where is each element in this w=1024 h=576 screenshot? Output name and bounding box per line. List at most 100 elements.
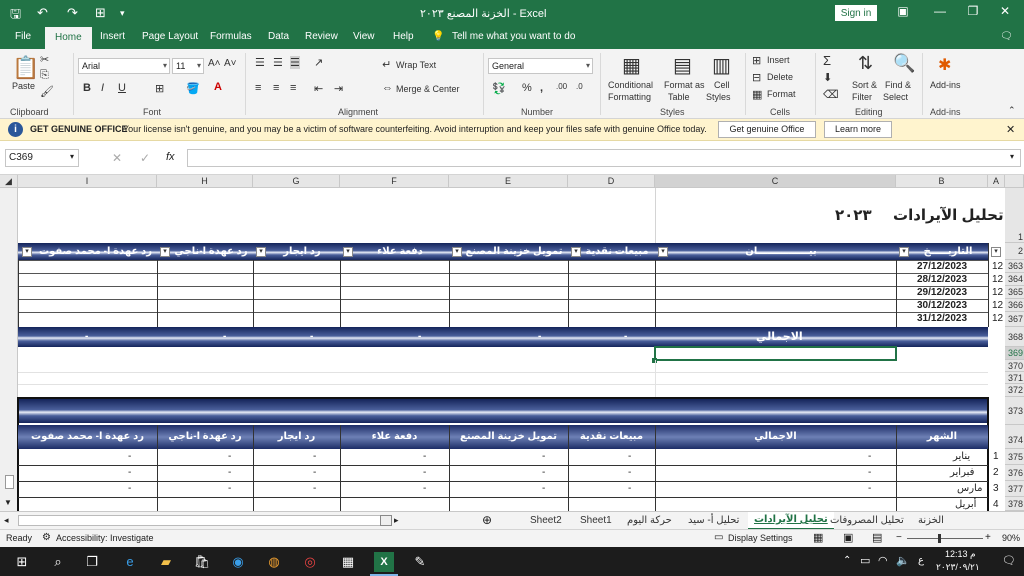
conditional-formatting-button-line2[interactable]: Formatting <box>608 92 651 102</box>
align-center-icon[interactable]: ≡ <box>273 82 279 94</box>
excel-taskbar-icon[interactable]: X <box>374 552 394 572</box>
tab-home[interactable]: Home <box>45 27 92 49</box>
filter-dropdown-icon[interactable]: ▾ <box>452 247 462 257</box>
month-cell[interactable]: أبريل <box>955 499 976 510</box>
column-header-f[interactable]: F <box>340 175 449 188</box>
ribbon-display-icon[interactable]: ▣ <box>888 4 918 18</box>
wrap-text-icon[interactable]: ↵ <box>382 58 391 71</box>
value-cell[interactable]: - <box>542 483 545 494</box>
conditional-formatting-button[interactable]: Conditional <box>608 80 653 90</box>
restore-icon[interactable]: ❐ <box>958 4 988 18</box>
value-cell[interactable]: - <box>542 467 545 478</box>
value-cell[interactable]: - <box>128 467 131 478</box>
col-a-cell[interactable]: 12 <box>992 313 1003 324</box>
filter-dropdown-icon[interactable]: ▾ <box>991 247 1001 257</box>
value-cell[interactable]: - <box>868 451 871 462</box>
autosum-icon[interactable]: Σ <box>823 53 831 68</box>
fill-color-icon[interactable]: 🪣 <box>186 82 200 95</box>
merge-center-button[interactable]: Merge & Center <box>396 84 460 94</box>
page-layout-view-icon[interactable]: ▣ <box>843 531 853 544</box>
sheet-tab-revenue-analysis[interactable]: تحليل الآيرادات <box>748 512 834 530</box>
sort-filter-button-line2[interactable]: Filter <box>852 92 872 102</box>
minimize-icon[interactable]: — <box>925 4 955 18</box>
underline-icon[interactable]: U <box>118 82 126 94</box>
selected-cell-c369[interactable] <box>654 346 897 361</box>
value-cell[interactable]: - <box>628 451 631 462</box>
normal-view-icon[interactable]: ▦ <box>813 531 823 544</box>
chrome-icon[interactable]: ◎ <box>300 552 320 572</box>
value-cell[interactable]: - <box>228 483 231 494</box>
get-genuine-office-button[interactable]: Get genuine Office <box>718 121 816 138</box>
date-cell[interactable]: 30/12/2023 <box>917 300 967 311</box>
conditional-formatting-icon[interactable]: ▦ <box>622 53 641 78</box>
row-header[interactable]: 377 <box>1005 481 1024 497</box>
scroll-right-icon[interactable]: ▸ <box>394 515 399 526</box>
task-view-icon[interactable]: ❐ <box>82 552 102 572</box>
horizontal-scroll-thumb[interactable] <box>380 515 392 526</box>
cell-styles-button-line2[interactable]: Styles <box>706 92 731 102</box>
copy-icon[interactable]: ⎘ <box>40 69 49 82</box>
calculator-icon[interactable]: ▦ <box>338 552 358 572</box>
filter-dropdown-icon[interactable]: ▾ <box>160 247 170 257</box>
column-header-c[interactable]: C <box>655 175 896 188</box>
clear-icon[interactable]: ⌫ <box>823 88 839 101</box>
zoom-slider-thumb[interactable] <box>938 534 941 543</box>
formula-input[interactable] <box>187 149 1021 167</box>
date-cell[interactable]: 29/12/2023 <box>917 287 967 298</box>
tab-view[interactable]: View <box>353 31 375 42</box>
close-icon[interactable]: ✕ <box>990 4 1020 18</box>
filter-dropdown-icon[interactable]: ▾ <box>899 247 909 257</box>
windows-start-icon[interactable]: ⊞ <box>12 552 32 572</box>
filter-dropdown-icon[interactable]: ▾ <box>571 247 581 257</box>
close-message-icon[interactable]: ✕ <box>1006 123 1015 136</box>
row-header[interactable]: 1 <box>1005 188 1024 243</box>
row-header[interactable]: 372 <box>1005 384 1024 397</box>
percent-icon[interactable]: % <box>522 82 532 94</box>
zoom-level[interactable]: 90% <box>1002 533 1020 543</box>
page-break-view-icon[interactable]: ▤ <box>872 531 882 544</box>
customize-qa-icon[interactable]: ▾ <box>120 8 125 19</box>
date-cell[interactable]: 27/12/2023 <box>917 261 967 272</box>
filter-dropdown-icon[interactable]: ▾ <box>343 247 353 257</box>
edge-icon[interactable]: e <box>120 552 140 572</box>
row-header[interactable]: 373 <box>1005 397 1024 425</box>
format-as-table-button[interactable]: Format as <box>664 80 705 90</box>
search-icon[interactable]: ⌕ <box>48 552 68 572</box>
row-header[interactable]: 367 <box>1005 312 1024 327</box>
wrap-text-button[interactable]: Wrap Text <box>396 60 436 70</box>
accounting-format-icon[interactable]: 💱 <box>492 82 506 95</box>
find-select-icon[interactable]: 🔍 <box>893 53 915 74</box>
format-cells-icon[interactable]: ▦ <box>752 88 762 101</box>
network-icon[interactable]: ▭ <box>860 554 870 567</box>
align-top-icon[interactable]: ☰ <box>255 56 265 69</box>
column-header-a[interactable]: A <box>988 175 1005 188</box>
name-box-dropdown-icon[interactable]: ▾ <box>70 152 74 161</box>
row-header[interactable]: 365 <box>1005 286 1024 299</box>
delete-cells-button[interactable]: Delete <box>767 72 793 82</box>
col-a-cell[interactable]: 12 <box>992 261 1003 272</box>
value-cell[interactable]: - <box>423 467 426 478</box>
input-language[interactable]: ع <box>918 555 924 566</box>
value-cell[interactable]: - <box>423 483 426 494</box>
tell-me-search[interactable]: Tell me what you want to do <box>452 31 575 42</box>
row-header[interactable]: 364 <box>1005 273 1024 286</box>
app-icon[interactable]: ✎ <box>410 552 430 572</box>
tab-insert[interactable]: Insert <box>100 31 125 42</box>
notifications-icon[interactable]: 🗨 <box>1002 554 1016 567</box>
tab-help[interactable]: Help <box>393 31 414 42</box>
wifi-icon[interactable]: ◠ <box>878 554 888 567</box>
tab-page-layout[interactable]: Page Layout <box>142 31 198 42</box>
paste-icon[interactable]: 📋 <box>12 55 39 81</box>
row-header[interactable]: 371 <box>1005 372 1024 384</box>
align-bottom-icon[interactable]: ☰ <box>290 56 300 69</box>
increase-indent-icon[interactable]: ⇥ <box>334 82 343 95</box>
column-header-i[interactable]: I <box>18 175 157 188</box>
name-box[interactable]: C369 <box>5 149 79 167</box>
cell-styles-button[interactable]: Cell <box>714 80 730 90</box>
value-cell[interactable]: - <box>628 483 631 494</box>
column-header-g[interactable]: G <box>253 175 340 188</box>
format-cells-button[interactable]: Format <box>767 89 796 99</box>
value-cell[interactable]: - <box>228 467 231 478</box>
display-settings-button[interactable]: Display Settings <box>728 533 793 543</box>
row-header[interactable]: 363 <box>1005 260 1024 273</box>
